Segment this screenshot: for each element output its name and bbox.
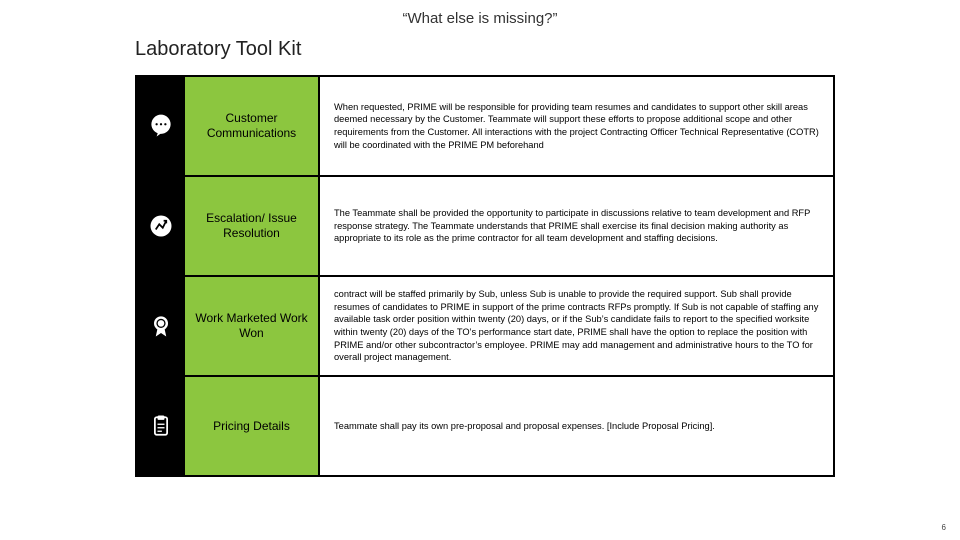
row-description: The Teammate shall be provided the oppor… — [320, 177, 833, 275]
page-title: Laboratory Tool Kit — [135, 38, 301, 61]
award-icon — [137, 277, 185, 375]
row-description: Teammate shall pay its own pre-proposal … — [320, 377, 833, 475]
escalation-icon — [137, 177, 185, 275]
toolkit-table: Customer Communications When requested, … — [135, 75, 835, 477]
row-description: When requested, PRIME will be responsibl… — [320, 77, 833, 175]
clipboard-icon — [137, 377, 185, 475]
row-label: Work Marketed Work Won — [185, 277, 320, 375]
row-label: Escalation/ Issue Resolution — [185, 177, 320, 275]
table-row: Escalation/ Issue Resolution The Teammat… — [137, 177, 833, 277]
table-row: Pricing Details Teammate shall pay its o… — [137, 377, 833, 475]
row-description: contract will be staffed primarily by Su… — [320, 277, 833, 375]
row-label: Customer Communications — [185, 77, 320, 175]
slide-number: 6 — [942, 523, 946, 532]
tagline: “What else is missing?” — [0, 10, 960, 27]
table-row: Work Marketed Work Won contract will be … — [137, 277, 833, 377]
speech-bubble-icon — [137, 77, 185, 175]
table-row: Customer Communications When requested, … — [137, 77, 833, 177]
row-label: Pricing Details — [185, 377, 320, 475]
